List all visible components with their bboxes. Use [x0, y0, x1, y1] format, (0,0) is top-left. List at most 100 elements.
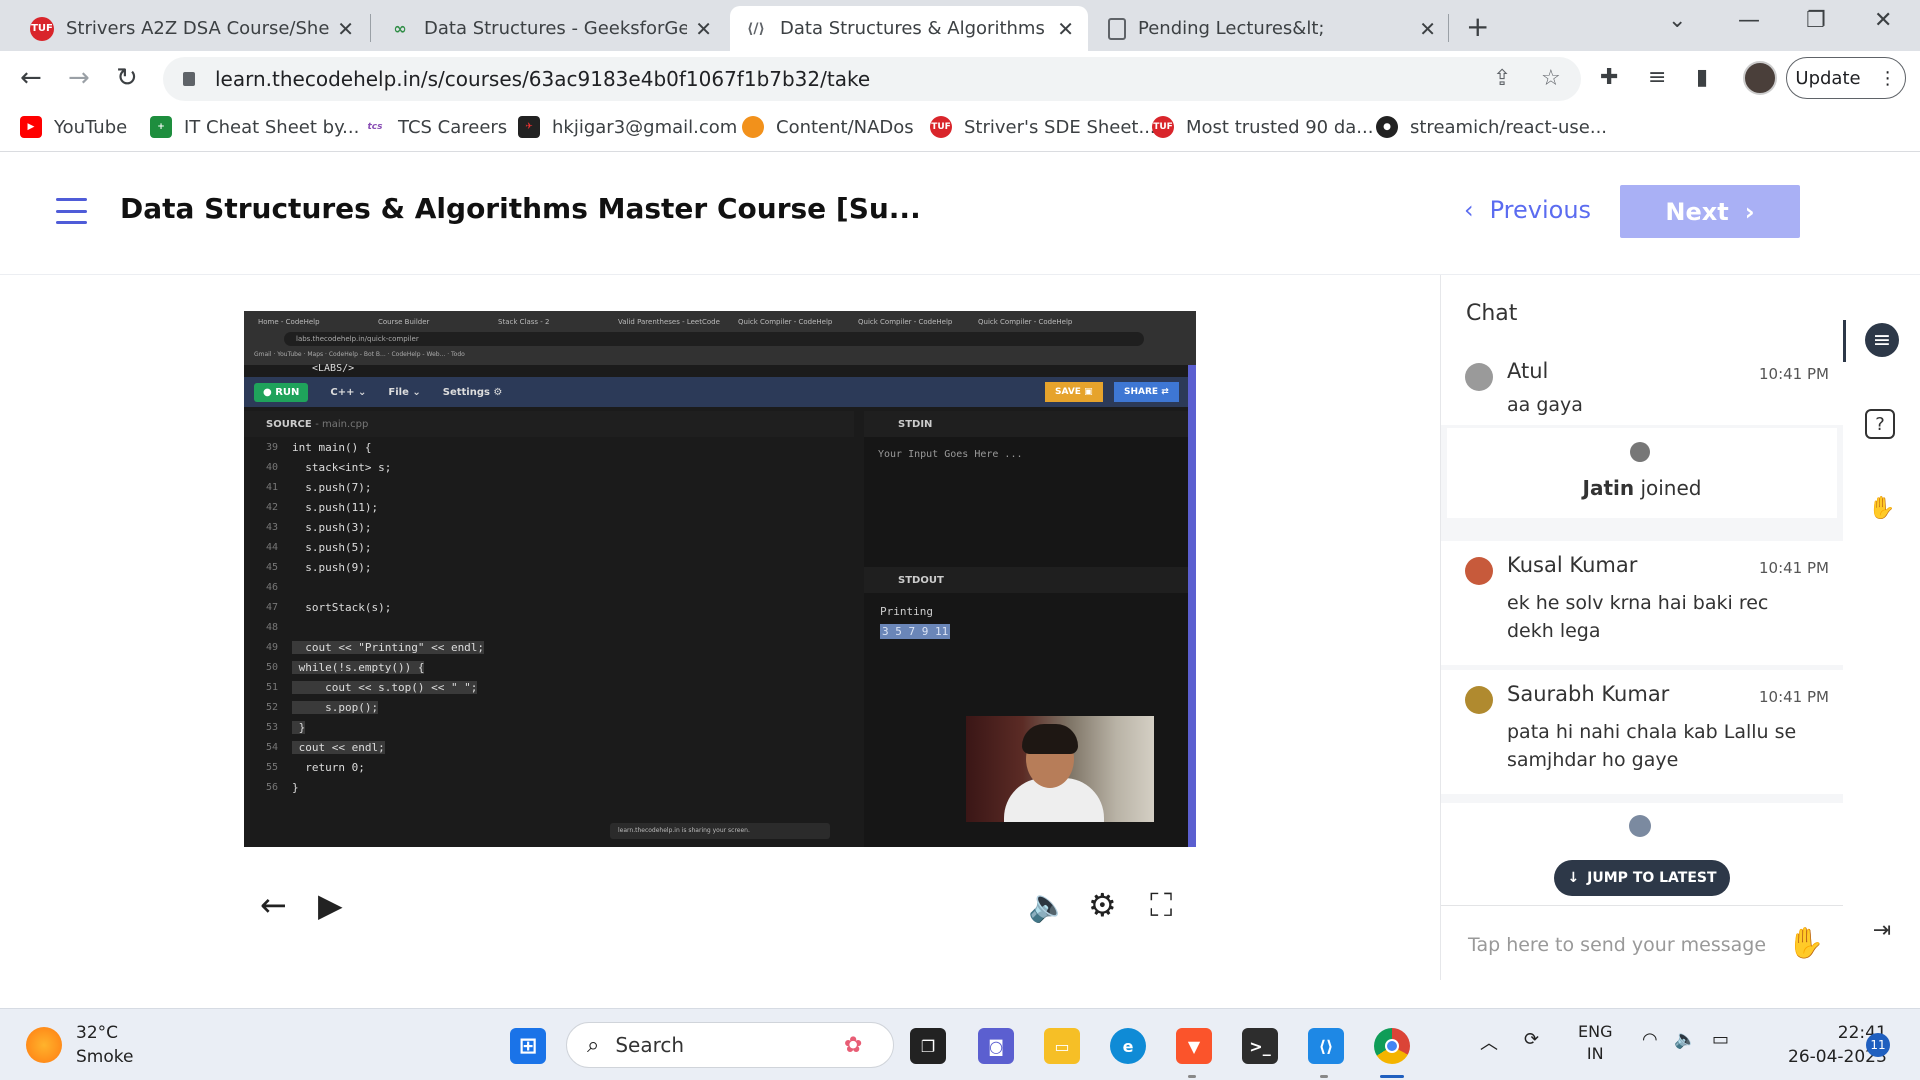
close-icon[interactable]: ✕: [695, 17, 712, 41]
bookmark-content-nados[interactable]: Content/NADos: [742, 116, 914, 138]
code-line: 54 cout << endl;: [244, 737, 854, 757]
bookmark-react-use[interactable]: ● streamich/react-use...: [1376, 116, 1607, 138]
language-select[interactable]: C++ ⌄: [330, 387, 366, 398]
tab-pending-lectures[interactable]: Pending Lectures&lt; ✕: [1094, 6, 1450, 51]
bookmark-tcs[interactable]: tcs TCS Careers: [364, 116, 508, 138]
update-button[interactable]: Update ⋮: [1786, 57, 1906, 99]
notification-badge[interactable]: 11: [1866, 1033, 1890, 1057]
profile-avatar[interactable]: [1743, 61, 1777, 95]
bookmark-it-cheat-sheet[interactable]: + IT Cheat Sheet by...: [150, 116, 359, 138]
close-icon[interactable]: ✕: [337, 17, 354, 41]
tab-geeksforgeeks[interactable]: ∞ Data Structures - GeeksforGeeks ✕: [374, 6, 726, 51]
raise-hand-icon[interactable]: ✋: [1865, 491, 1899, 525]
share-icon[interactable]: ⇪: [1493, 66, 1511, 91]
windows-start-icon[interactable]: ⊞: [510, 1028, 546, 1064]
video-tabs: Home - CodeHelp Course Builder Stack Cla…: [250, 315, 1090, 329]
extensions-icon[interactable]: ✚: [1600, 65, 1618, 90]
next-button[interactable]: Next ›: [1620, 185, 1800, 238]
forward-icon[interactable]: →: [68, 63, 90, 93]
url-text[interactable]: learn.thecodehelp.in/s/courses/63ac9183e…: [215, 67, 870, 91]
previous-button[interactable]: ‹ Previous: [1464, 196, 1591, 224]
restore-icon[interactable]: ❐: [1806, 8, 1826, 33]
play-icon[interactable]: ▶: [318, 886, 343, 924]
close-icon[interactable]: ✕: [1057, 17, 1074, 41]
chat-input[interactable]: Tap here to send your message ✋: [1441, 905, 1844, 980]
reload-icon[interactable]: ↻: [116, 63, 138, 93]
code-line: 43 s.push(3);: [244, 517, 854, 537]
battery-icon[interactable]: ▭: [1712, 1029, 1729, 1050]
wave-hand-icon[interactable]: ✋: [1787, 926, 1824, 961]
media-queue-icon[interactable]: ≡: [1648, 65, 1666, 90]
terminal-icon[interactable]: >_: [1242, 1028, 1278, 1064]
line-number: 39: [265, 441, 278, 453]
line-text: s.push(5);: [292, 540, 372, 554]
vscode-icon[interactable]: ⟨⟩: [1308, 1028, 1344, 1064]
tuf-icon: TUF: [30, 16, 54, 41]
line-text: cout << endl;: [292, 740, 385, 754]
video-player[interactable]: Home - CodeHelp Course Builder Stack Cla…: [244, 311, 1196, 847]
run-button[interactable]: ● RUN: [254, 382, 309, 402]
settings-menu[interactable]: Settings ⚙: [443, 387, 503, 398]
chat-message: Saurabh Kumar 10:41 PM pata hi nahi chal…: [1441, 670, 1844, 794]
bookmark-gmail-account[interactable]: ✈ hkjigar3@gmail.com: [518, 116, 737, 138]
volume-icon[interactable]: 🔈: [1028, 886, 1068, 924]
run-label: RUN: [275, 386, 300, 398]
close-window-icon[interactable]: ✕: [1874, 8, 1892, 33]
video-tab: Home - CodeHelp: [258, 318, 320, 326]
wifi-icon[interactable]: ◠: [1642, 1029, 1658, 1050]
language-indicator[interactable]: ENG IN: [1578, 1021, 1612, 1065]
settings-gear-icon[interactable]: ⚙: [1088, 886, 1117, 924]
chrome-icon[interactable]: [1374, 1028, 1410, 1064]
tab-codehelp-course[interactable]: ⟨/⟩ Data Structures & Algorithms Ma ✕: [730, 6, 1088, 51]
bookmark-most-trusted[interactable]: TUF Most trusted 90 da...: [1152, 116, 1373, 138]
volume-tray-icon[interactable]: 🔈: [1674, 1029, 1696, 1050]
code-line: 52 s.pop();: [244, 697, 854, 717]
line-text: cout << s.top() << " ";: [292, 680, 478, 694]
save-button[interactable]: SAVE ▣: [1045, 382, 1103, 402]
exit-icon[interactable]: ⇥: [1865, 913, 1899, 947]
bookmark-star-icon[interactable]: ☆: [1541, 66, 1561, 91]
bookmark-youtube[interactable]: ▶ YouTube: [20, 116, 127, 138]
sync-icon[interactable]: ⟳: [1524, 1029, 1539, 1050]
bookmark-striver-sde[interactable]: TUF Striver's SDE Sheet...: [930, 116, 1156, 138]
video-bookmarks: Gmail · YouTube · Maps · CodeHelp - Bot …: [254, 351, 465, 358]
message-author: Atul: [1507, 359, 1549, 383]
brave-icon[interactable]: ▼: [1176, 1028, 1212, 1064]
tab-strivers[interactable]: TUF Strivers A2Z DSA Course/Sheet - ✕: [16, 6, 368, 51]
file-explorer-icon[interactable]: ▭: [1044, 1028, 1080, 1064]
video-tab: Quick Compiler - CodeHelp: [738, 318, 833, 326]
course-header: Data Structures & Algorithms Master Cour…: [0, 152, 1920, 275]
file-menu[interactable]: File ⌄: [388, 387, 420, 398]
chat-icon[interactable]: ≡: [1865, 323, 1899, 357]
back-icon[interactable]: ←: [20, 63, 42, 93]
jump-to-latest-button[interactable]: ↓ JUMP TO LATEST: [1554, 860, 1730, 896]
weather-widget[interactable]: 32°C Smoke: [26, 1021, 133, 1069]
address-bar[interactable]: learn.thecodehelp.in/s/courses/63ac9183e…: [163, 57, 1581, 101]
teams-chat-icon[interactable]: ◙: [978, 1028, 1014, 1064]
windows-taskbar: 32°C Smoke ⊞ ⌕ Search ✿ ❐ ◙ ▭ e ▼ >_ ⟨⟩ …: [0, 1008, 1920, 1080]
fullscreen-icon[interactable]: ⛶: [1150, 886, 1172, 925]
show-hidden-icons[interactable]: ︿: [1480, 1029, 1498, 1055]
tab-title: Data Structures - GeeksforGeeks: [424, 18, 688, 39]
right-rail: ≡ ? ✋ ⇥: [1843, 275, 1920, 980]
tab-title: Pending Lectures&lt;: [1138, 18, 1325, 39]
code-editor: 39 int main() { 40 stack<int> s; 41 s.pus…: [244, 437, 854, 827]
new-tab-icon[interactable]: +: [1466, 10, 1489, 43]
task-view-icon[interactable]: ❐: [910, 1028, 946, 1064]
temperature: 32°C: [76, 1023, 119, 1043]
rewind-icon[interactable]: ←: [260, 886, 287, 924]
share-button[interactable]: SHARE ⇄: [1114, 382, 1179, 402]
menu-icon[interactable]: [56, 198, 87, 224]
tab-search-icon[interactable]: ⌄: [1668, 8, 1686, 33]
minimize-icon[interactable]: —: [1738, 8, 1760, 33]
side-panel-icon[interactable]: ▮: [1696, 65, 1708, 90]
question-icon[interactable]: ?: [1865, 409, 1895, 439]
taskbar-search[interactable]: ⌕ Search ✿: [566, 1022, 894, 1068]
stdout-label: STDOUT: [898, 575, 944, 586]
youtube-icon: ▶: [20, 116, 42, 138]
source-file: - main.cpp: [315, 419, 369, 430]
joined-suffix: joined: [1640, 476, 1702, 500]
close-icon[interactable]: ✕: [1419, 17, 1436, 41]
edge-icon[interactable]: e: [1110, 1028, 1146, 1064]
stdout-selected-output: 3 5 7 9 11: [880, 624, 951, 639]
